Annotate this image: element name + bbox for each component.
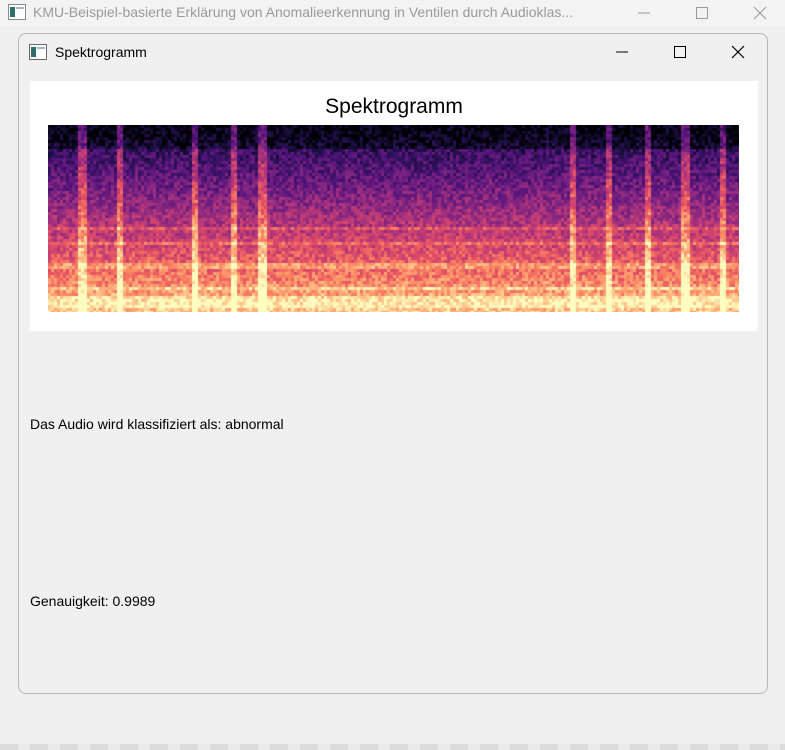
app-window-icon [8, 4, 26, 20]
spectrogram-image [48, 125, 739, 312]
classification-label: Das Audio wird klassifiziert als: abnorm… [30, 416, 284, 432]
taskbar-edge [0, 744, 785, 750]
child-window-title: Spektrogramm [55, 44, 147, 60]
accuracy-label: Genauigkeit: 0.9989 [30, 593, 156, 609]
maximize-icon [696, 7, 708, 19]
outer-close-button[interactable] [731, 0, 785, 26]
outer-title-bar: KMU-Beispiel-basierte Erklärung von Anom… [0, 0, 785, 26]
maximize-icon [674, 46, 686, 58]
minimize-icon [638, 12, 650, 14]
spectrogram-figure: Spektrogramm [30, 81, 758, 331]
child-maximize-button[interactable] [651, 34, 709, 70]
child-minimize-button[interactable] [593, 34, 651, 70]
outer-maximize-button[interactable] [673, 0, 731, 26]
child-title-bar: Spektrogramm [19, 34, 767, 70]
figure-title: Spektrogramm [325, 95, 463, 118]
close-icon [731, 45, 745, 59]
child-close-button[interactable] [709, 34, 767, 70]
close-icon [753, 6, 767, 20]
spectrogram-window: Spektrogramm Spektrogramm Das Audio wird… [18, 33, 768, 694]
app-window-icon [29, 44, 47, 60]
outer-window-title: KMU-Beispiel-basierte Erklärung von Anom… [33, 4, 574, 20]
outer-minimize-button[interactable] [615, 0, 673, 26]
minimize-icon [616, 51, 628, 53]
